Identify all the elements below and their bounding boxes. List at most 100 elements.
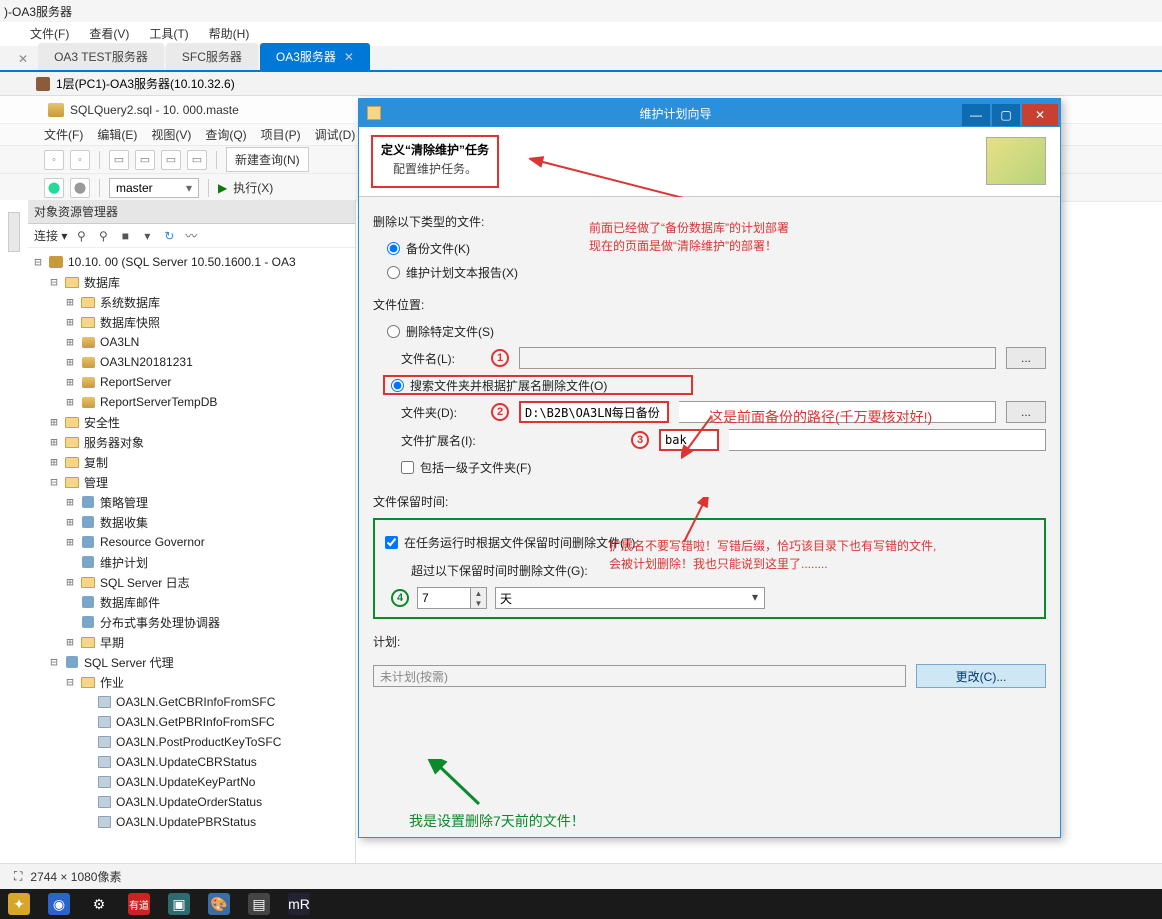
filter2-icon[interactable]: ⚲ xyxy=(95,228,111,244)
tree-management[interactable]: 管理 xyxy=(84,474,108,491)
tree-job[interactable]: OA3LN.UpdateKeyPartNo xyxy=(116,775,255,789)
new-query-button[interactable]: 新建查询(N) xyxy=(226,147,309,172)
refresh-icon[interactable]: ↻ xyxy=(161,228,177,244)
expand-icon[interactable]: ⊞ xyxy=(64,575,76,589)
tb-fwd-icon[interactable]: ◦ xyxy=(70,150,90,170)
expand-icon[interactable]: ⊞ xyxy=(64,375,76,389)
taskbar-app3-icon[interactable]: ▤ xyxy=(248,893,270,915)
expand-icon[interactable]: ⊞ xyxy=(48,455,60,469)
tb-save-icon[interactable]: ▭ xyxy=(161,150,181,170)
connect-button[interactable]: 连接 ▾ xyxy=(34,227,67,244)
tb-back-icon[interactable]: ◦ xyxy=(44,150,64,170)
expand-icon[interactable]: ⊞ xyxy=(64,535,76,549)
tree-agent[interactable]: SQL Server 代理 xyxy=(84,654,174,671)
radio-search-folder[interactable] xyxy=(391,379,404,392)
expand-icon[interactable]: ⊞ xyxy=(64,355,76,369)
tree-security[interactable]: 安全性 xyxy=(84,414,120,431)
menu-view[interactable]: 查看(V) xyxy=(89,25,129,42)
tb-open-icon[interactable]: ▭ xyxy=(135,150,155,170)
expand-icon[interactable]: ⊞ xyxy=(64,335,76,349)
extension-input[interactable] xyxy=(659,429,719,451)
tree-job[interactable]: OA3LN.GetCBRInfoFromSFC xyxy=(116,695,275,709)
expand-icon[interactable]: ⊞ xyxy=(64,315,76,329)
radio-report-files[interactable] xyxy=(387,266,400,279)
taskbar-app2-icon[interactable]: ▣ xyxy=(168,893,190,915)
expand-icon[interactable]: ⊞ xyxy=(64,395,76,409)
tree-logs[interactable]: SQL Server 日志 xyxy=(100,574,190,591)
expand-icon[interactable]: ⊞ xyxy=(64,295,76,309)
expand-icon[interactable]: ⊞ xyxy=(64,635,76,649)
tree-policy[interactable]: 策略管理 xyxy=(100,494,148,511)
filter-icon[interactable]: ⚲ xyxy=(73,228,89,244)
collapse-icon[interactable]: ⊟ xyxy=(48,275,60,289)
expand-icon[interactable]: ⊞ xyxy=(48,415,60,429)
palette-handle[interactable] xyxy=(8,212,20,252)
tree-job[interactable]: OA3LN.UpdateCBRStatus xyxy=(116,755,257,769)
tab-sfc[interactable]: SFC服务器 xyxy=(166,43,258,70)
dialog-titlebar[interactable]: 维护计划向导 — ▢ ✕ xyxy=(359,99,1060,127)
checkbox-retain[interactable] xyxy=(385,536,398,549)
tree-job[interactable]: OA3LN.PostProductKeyToSFC xyxy=(116,735,281,749)
expand-icon[interactable]: ⊞ xyxy=(64,515,76,529)
spin-up-icon[interactable]: ▲ xyxy=(471,588,486,598)
tree-jobs[interactable]: 作业 xyxy=(100,674,124,691)
smenu-debug[interactable]: 调试(D) xyxy=(315,126,356,143)
spin-down-icon[interactable]: ▼ xyxy=(471,598,486,608)
tree-db-oa3ln[interactable]: OA3LN xyxy=(100,335,139,349)
activity-icon[interactable]: 〰 xyxy=(183,228,199,244)
smenu-edit[interactable]: 编辑(E) xyxy=(97,126,137,143)
tree-dbmail[interactable]: 数据库邮件 xyxy=(100,594,160,611)
taskbar-remote-icon[interactable]: mR xyxy=(288,893,310,915)
smenu-project[interactable]: 项目(P) xyxy=(261,126,301,143)
taskbar-youdao-icon[interactable]: 有道 xyxy=(128,893,150,915)
collapse-icon[interactable]: ⊟ xyxy=(32,255,44,269)
taskbar-app-icon[interactable]: ✦ xyxy=(8,893,30,915)
menu-tools[interactable]: 工具(T) xyxy=(149,25,188,42)
minimize-button[interactable]: — xyxy=(962,104,990,126)
radio-specific-file[interactable] xyxy=(387,325,400,338)
folder-input[interactable] xyxy=(519,401,669,423)
tb-conn-icon[interactable]: ⬤ xyxy=(44,178,64,198)
close-button[interactable]: ✕ xyxy=(1022,104,1058,126)
tree-job[interactable]: OA3LN.UpdatePBRStatus xyxy=(116,815,256,829)
tree-server[interactable]: 10.10. 00 (SQL Server 10.50.1600.1 - OA3 xyxy=(68,255,296,269)
smenu-query[interactable]: 查询(Q) xyxy=(205,126,246,143)
browse-button[interactable]: ... xyxy=(1006,347,1046,369)
radio-backup-files[interactable] xyxy=(387,242,400,255)
collapse-icon[interactable]: ⊟ xyxy=(48,475,60,489)
taskbar-paint-icon[interactable]: 🎨 xyxy=(208,893,230,915)
tree-databases[interactable]: 数据库 xyxy=(84,274,120,291)
tree-snap[interactable]: 数据库快照 xyxy=(100,314,160,331)
expand-icon[interactable]: ⊞ xyxy=(48,435,60,449)
tb-disc-icon[interactable]: ⬤ xyxy=(70,178,90,198)
execute-button[interactable]: 执行(X) xyxy=(233,179,273,196)
taskbar-browser-icon[interactable]: ◉ xyxy=(48,893,70,915)
stop-icon[interactable]: ■ xyxy=(117,228,133,244)
retention-unit-combo[interactable]: 天 xyxy=(495,587,765,609)
tree[interactable]: ⊟ 10.10. 00 (SQL Server 10.50.1600.1 - OA… xyxy=(28,248,355,863)
tb-new-icon[interactable]: ▭ xyxy=(109,150,129,170)
tree-db-reportserver[interactable]: ReportServer xyxy=(100,375,171,389)
database-combo[interactable]: master xyxy=(109,178,199,198)
taskbar-settings-icon[interactable]: ⚙ xyxy=(88,893,110,915)
tb-saveall-icon[interactable]: ▭ xyxy=(187,150,207,170)
tab-oa3[interactable]: OA3服务器✕ xyxy=(260,43,370,70)
tree-replication[interactable]: 复制 xyxy=(84,454,108,471)
tree-db-reportservertemp[interactable]: ReportServerTempDB xyxy=(100,395,217,409)
change-button[interactable]: 更改(C)... xyxy=(916,664,1046,688)
tab-oa3-test[interactable]: OA3 TEST服务器 xyxy=(38,43,164,70)
extension-input-extend[interactable] xyxy=(729,429,1046,451)
tree-job[interactable]: OA3LN.UpdateOrderStatus xyxy=(116,795,262,809)
tree-datacol[interactable]: 数据收集 xyxy=(100,514,148,531)
expand-icon[interactable]: ⊞ xyxy=(64,495,76,509)
tree-early[interactable]: 早期 xyxy=(100,634,124,651)
tab-close-icon[interactable]: ✕ xyxy=(344,50,354,64)
close-icon[interactable]: ✕ xyxy=(8,48,38,70)
smenu-file[interactable]: 文件(F) xyxy=(44,126,83,143)
collapse-icon[interactable]: ⊟ xyxy=(64,675,76,689)
tree-dtc[interactable]: 分布式事务处理协调器 xyxy=(100,614,220,631)
tree-resgov[interactable]: Resource Governor xyxy=(100,535,205,549)
maximize-button[interactable]: ▢ xyxy=(992,104,1020,126)
tree-sysdb[interactable]: 系统数据库 xyxy=(100,294,160,311)
menu-help[interactable]: 帮助(H) xyxy=(209,25,250,42)
